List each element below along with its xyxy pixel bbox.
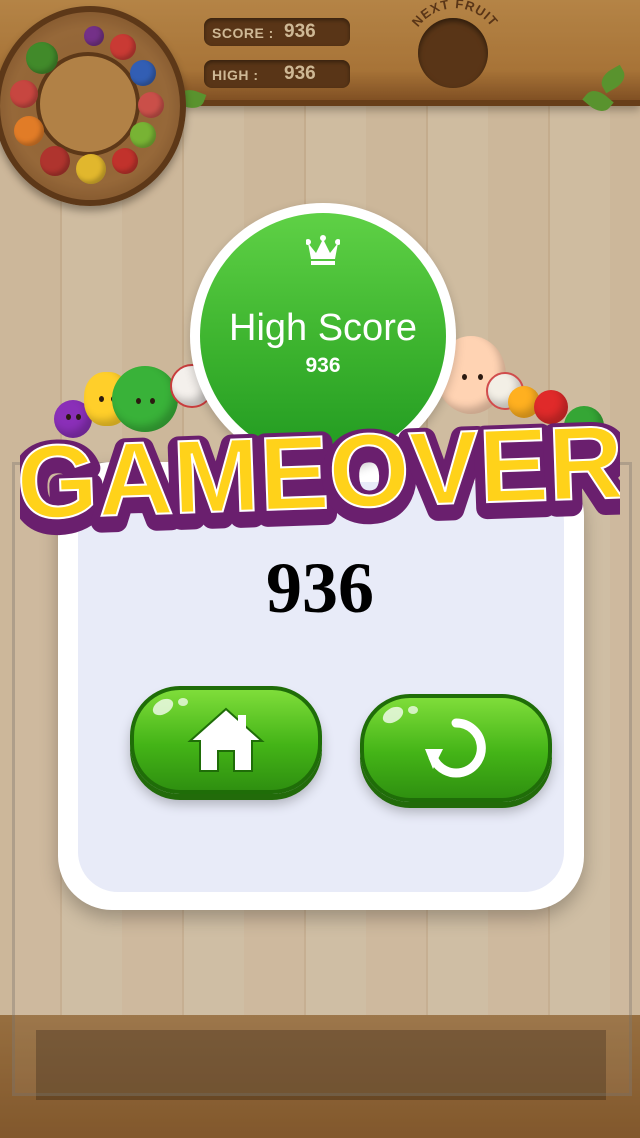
game-over-title: GAMEOVER GAMEOVER <box>20 399 620 546</box>
high-score-title: High Score <box>229 307 417 349</box>
game-over-title-text: GAMEOVER <box>20 404 620 541</box>
home-icon <box>187 707 265 772</box>
home-button[interactable] <box>130 686 322 794</box>
restart-button[interactable] <box>360 694 552 802</box>
final-score: 936 <box>266 548 374 628</box>
crown-icon <box>306 235 340 265</box>
restart-icon <box>425 718 486 778</box>
high-score-value: 936 <box>305 354 341 377</box>
